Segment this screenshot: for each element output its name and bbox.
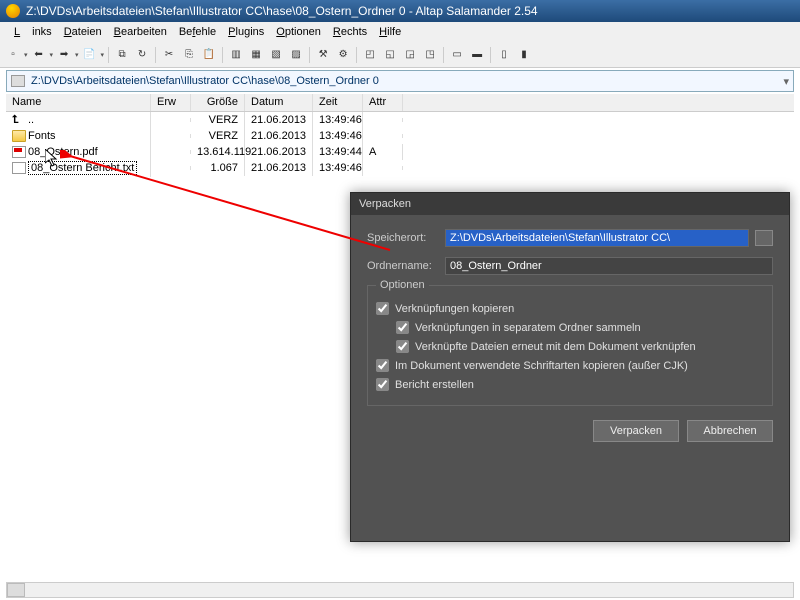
cell-date: 21.06.2013 [245,160,313,176]
tb-misc4-icon[interactable]: ▨ [287,46,305,64]
cell-attr [363,118,403,122]
cell-erw [151,150,191,154]
cell-time: 13:49:46 [313,128,363,144]
cell-erw [151,118,191,122]
column-headers: Name Erw Größe Datum Zeit Attr [6,94,794,112]
window-title: Z:\DVDs\Arbeitsdateien\Stefan\Illustrato… [26,4,538,18]
chk-copy-links[interactable]: Verknüpfungen kopieren [376,302,764,315]
tb-x2-icon[interactable]: ◱ [381,46,399,64]
table-row[interactable]: 08_Ostern.pdf 13.614.11921.06.201313:49:4… [6,144,794,160]
folder-icon [12,130,26,142]
table-row[interactable]: ⮤.. VERZ21.06.201313:49:46 [6,112,794,128]
tb-refresh-icon[interactable]: ↻ [133,46,151,64]
cell-attr [363,134,403,138]
tb-select-icon[interactable]: ⧉ [113,46,131,64]
chk-relink[interactable]: Verknüpfte Dateien erneut mit dem Dokume… [396,340,764,353]
tb-cut-icon[interactable]: ✂ [160,46,178,64]
menu-optionen[interactable]: Optionen [276,26,321,38]
path-text: Z:\DVDs\Arbeitsdateien\Stefan\Illustrato… [31,75,379,87]
cell-time: 13:49:46 [313,160,363,176]
file-list: ⮤..VERZ21.06.201313:49:46FontsVERZ21.06.… [6,112,794,176]
tb-x1-icon[interactable]: ◰ [361,46,379,64]
chk-separate-folder[interactable]: Verknüpfungen in separatem Ordner sammel… [396,321,764,334]
menu-hilfe[interactable]: Hilfe [379,26,401,38]
file-name: Fonts [28,130,56,142]
path-dropdown-icon[interactable]: ▾ [783,75,789,88]
menu-bearbeiten[interactable]: Bearbeiten [114,26,167,38]
horizontal-scrollbar[interactable] [6,582,794,598]
tb-z1-icon[interactable]: ▯ [495,46,513,64]
browse-folder-icon[interactable] [755,230,773,246]
chk-report[interactable]: Bericht erstellen [376,378,764,391]
options-title: Optionen [376,279,429,291]
chk-copy-fonts[interactable]: Im Dokument verwendete Schriftarten kopi… [376,359,764,372]
cell-size: 1.067 [191,160,245,176]
speicherort-label: Speicherort: [367,232,445,244]
table-row[interactable]: Fonts VERZ21.06.201313:49:46 [6,128,794,144]
tb-fwd-icon[interactable]: ➡ [55,46,73,64]
ordnername-input[interactable]: 08_Ostern_Ordner [445,257,773,275]
drive-icon [11,75,25,87]
cell-size: 13.614.119 [191,144,245,160]
table-row[interactable]: 08_Ostern Bericht.txt 1.06721.06.201313:4… [6,160,794,176]
col-zeit[interactable]: Zeit [313,94,363,111]
cell-date: 21.06.2013 [245,128,313,144]
tb-new-icon[interactable]: ▫ [4,46,22,64]
cell-size: VERZ [191,112,245,128]
tb-z2-icon[interactable]: ▮ [515,46,533,64]
tb-misc2-icon[interactable]: ▦ [247,46,265,64]
verpacken-button[interactable]: Verpacken [593,420,679,442]
file-name: 08_Ostern Bericht.txt [28,161,137,175]
cell-erw [151,166,191,170]
text-file-icon [12,162,26,174]
col-datum[interactable]: Datum [245,94,313,111]
app-icon [6,4,20,18]
cell-date: 21.06.2013 [245,112,313,128]
path-bar[interactable]: Z:\DVDs\Arbeitsdateien\Stefan\Illustrato… [6,70,794,92]
pdf-icon [12,146,26,158]
tb-paste-icon[interactable]: 📋 [200,46,218,64]
verpacken-dialog: Verpacken Speicherort: Z:\DVDs\Arbeitsda… [350,192,790,542]
options-group: Optionen Verknüpfungen kopieren Verknüpf… [367,285,773,406]
cell-date: 21.06.2013 [245,144,313,160]
abbrechen-button[interactable]: Abbrechen [687,420,773,442]
cell-attr: A [363,144,403,160]
tb-misc3-icon[interactable]: ▧ [267,46,285,64]
col-name[interactable]: Name [6,94,151,111]
menu-plugins[interactable]: Plugins [228,26,264,38]
window-titlebar: Z:\DVDs\Arbeitsdateien\Stefan\Illustrato… [0,0,800,22]
cell-time: 13:49:44 [313,144,363,160]
tb-copy-icon[interactable]: ⎘ [180,46,198,64]
cell-time: 13:49:46 [313,112,363,128]
tb-cfg2-icon[interactable]: ⚙ [334,46,352,64]
cell-erw [151,134,191,138]
menu-links[interactable]: Links [14,26,52,38]
menu-bar: Links Dateien Bearbeiten Befehle Plugins… [0,22,800,42]
menu-befehle[interactable]: Befehle [179,26,216,38]
up-dir-icon: ⮤ [12,114,26,126]
speicherort-input[interactable]: Z:\DVDs\Arbeitsdateien\Stefan\Illustrato… [445,229,749,247]
tb-y1-icon[interactable]: ▭ [448,46,466,64]
ordnername-label: Ordnername: [367,260,445,272]
file-name: 08_Ostern.pdf [28,146,98,158]
col-erw[interactable]: Erw [151,94,191,111]
cell-size: VERZ [191,128,245,144]
file-name: .. [28,114,34,126]
tb-misc1-icon[interactable]: ▥ [227,46,245,64]
tb-x3-icon[interactable]: ◲ [401,46,419,64]
col-groesse[interactable]: Größe [191,94,245,111]
menu-dateien[interactable]: Dateien [64,26,102,38]
tb-up-icon[interactable]: 📄 [81,46,99,64]
dialog-title: Verpacken [351,193,789,215]
col-attr[interactable]: Attr [363,94,403,111]
menu-rechts[interactable]: Rechts [333,26,367,38]
toolbar: ▫▾ ⬅▾ ➡▾ 📄▾ ⧉ ↻ ✂ ⎘ 📋 ▥ ▦ ▧ ▨ ⚒ ⚙ ◰ ◱ ◲ … [0,42,800,68]
cell-attr [363,166,403,170]
tb-cfg1-icon[interactable]: ⚒ [314,46,332,64]
tb-y2-icon[interactable]: ▬ [468,46,486,64]
tb-x4-icon[interactable]: ◳ [421,46,439,64]
tb-back-icon[interactable]: ⬅ [30,46,48,64]
